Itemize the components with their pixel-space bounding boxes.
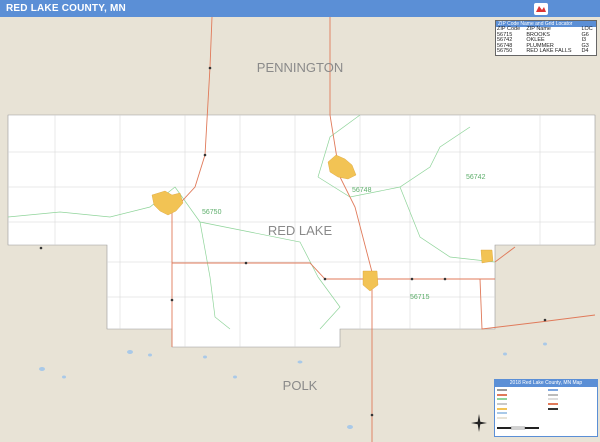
zip-label: 56715 bbox=[410, 294, 430, 301]
logo bbox=[534, 1, 596, 16]
city-oklee bbox=[480, 249, 494, 264]
scale-bar bbox=[495, 424, 555, 436]
map-title: RED LAKE COUNTY, MN bbox=[6, 3, 126, 14]
compass-rose bbox=[470, 413, 488, 433]
legend-column bbox=[547, 388, 596, 420]
county-label-south: POLK bbox=[283, 378, 318, 393]
zip-code-cell: 56750 bbox=[497, 48, 513, 54]
zip-label: 56748 bbox=[352, 187, 372, 194]
legend-column bbox=[497, 388, 545, 420]
map-title-bar: RED LAKE COUNTY, MN bbox=[0, 0, 600, 17]
legend-row bbox=[547, 406, 596, 411]
legend-rows bbox=[495, 387, 597, 421]
scale-bar-graphic bbox=[497, 426, 539, 430]
table-row: 56750 RED LAKE FALLS D4 bbox=[496, 48, 596, 55]
compass-rose-icon bbox=[471, 414, 487, 432]
county-label-north: PENNINGTON bbox=[257, 60, 343, 75]
county-label-center: RED LAKE bbox=[268, 223, 333, 238]
logo-icon bbox=[534, 2, 548, 15]
zip-label: 56742 bbox=[466, 174, 486, 181]
zip-table-grid: ZIP Code ZIP Name LOC 56715 BROOKS G6 56… bbox=[496, 26, 596, 55]
zip-name-cell: RED LAKE FALLS bbox=[526, 48, 572, 54]
zip-label: 56750 bbox=[202, 209, 222, 216]
zip-loc-cell: D4 bbox=[581, 48, 589, 54]
legend-title: 2018 Red Lake County, MN Map bbox=[495, 380, 597, 387]
legend-row bbox=[497, 416, 545, 421]
zip-locator-table: ZIP Code Name and Grid Locator ZIP Code … bbox=[495, 20, 597, 56]
